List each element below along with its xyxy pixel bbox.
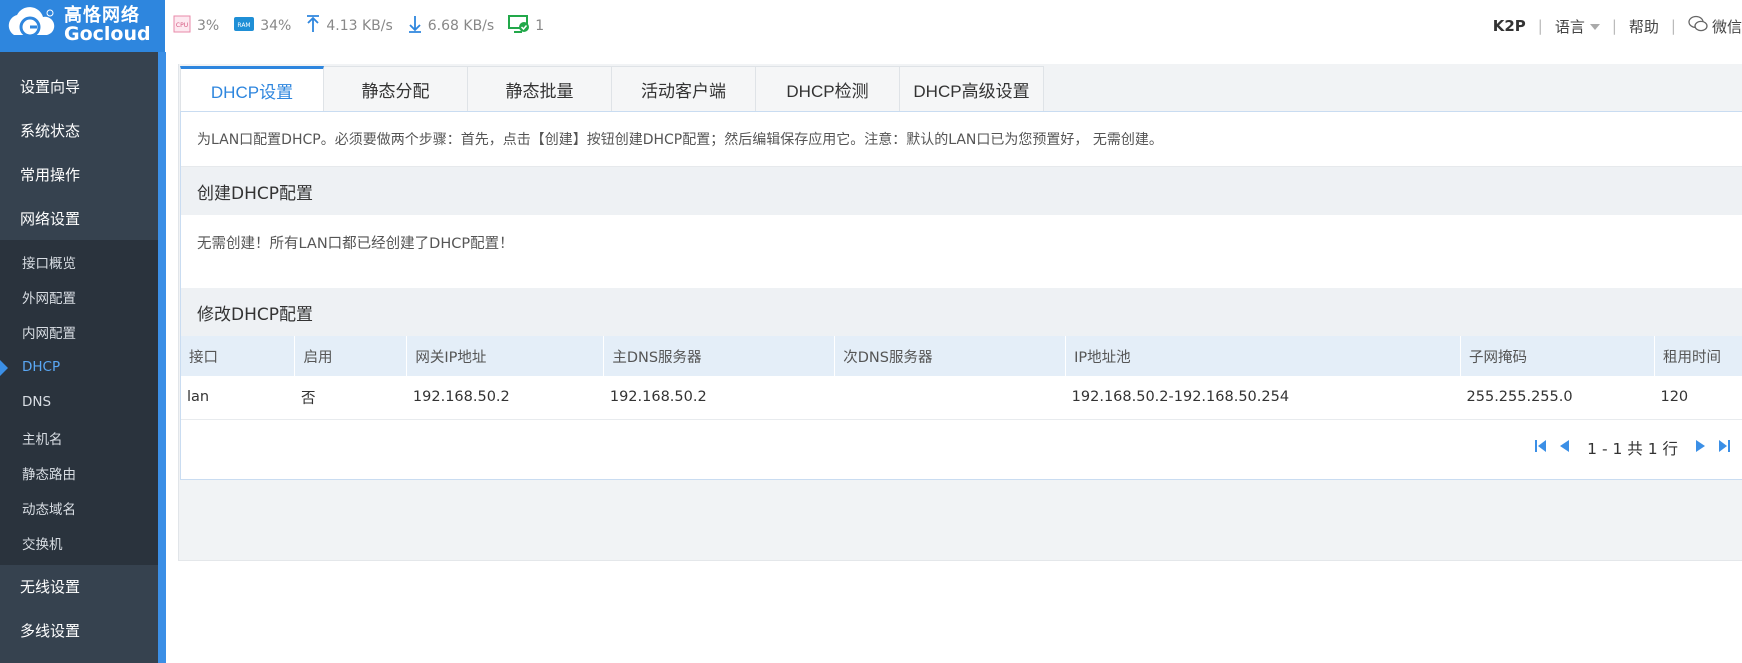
cell-enabled: 否 bbox=[294, 376, 407, 420]
help-link[interactable]: 帮助 bbox=[1629, 16, 1659, 37]
download-value: 6.68 KB/s bbox=[427, 18, 495, 34]
next-page-icon[interactable] bbox=[1694, 438, 1708, 458]
upload-rate: 4.13 KB/s bbox=[305, 14, 393, 38]
sidebar-item-ddns[interactable]: 动态域名 bbox=[0, 490, 158, 525]
active-indicator-icon bbox=[0, 359, 8, 376]
divider: | bbox=[1611, 17, 1617, 35]
svg-text:RAM: RAM bbox=[238, 22, 251, 29]
upload-value: 4.13 KB/s bbox=[326, 18, 393, 34]
network-submenu: 接口概览 外网配置 内网配置 DHCP DNS 主机名 静态路由 动态域名 交换… bbox=[0, 240, 158, 565]
wechat-link[interactable]: 微信 bbox=[1688, 15, 1742, 37]
ram-value: 34% bbox=[260, 18, 292, 34]
table-header-row: 接口 启用 网关IP地址 主DNS服务器 次DNS服务器 IP地址池 子网掩码 … bbox=[181, 336, 1742, 376]
sidebar-item-dhcp[interactable]: DHCP bbox=[0, 350, 158, 385]
language-label: 语言 bbox=[1554, 17, 1585, 36]
col-gateway-ip[interactable]: 网关IP地址 bbox=[406, 336, 605, 376]
ram-usage: RAM 34% bbox=[233, 14, 291, 38]
tab-static-batch[interactable]: 静态批量 bbox=[468, 66, 612, 112]
cpu-usage: CPU 3% bbox=[172, 14, 219, 38]
gocloud-logo-icon bbox=[4, 5, 58, 47]
first-page-icon[interactable] bbox=[1533, 438, 1549, 458]
nav-network-settings[interactable]: 网络设置 bbox=[0, 196, 158, 240]
header-actions: K2P | 语言 | 帮助 | 微信 bbox=[1493, 0, 1742, 52]
nav-setup-wizard[interactable]: 设置向导 bbox=[0, 64, 158, 108]
create-section-message: 无需创建！所有LAN口都已经创建了DHCP配置！ bbox=[197, 236, 514, 252]
create-section-title: 创建DHCP配置 bbox=[181, 167, 1742, 215]
divider: | bbox=[1537, 17, 1543, 35]
cell-gateway-ip: 192.168.50.2 bbox=[406, 376, 604, 420]
sidebar-item-wan[interactable]: 外网配置 bbox=[0, 279, 158, 314]
brand-logo[interactable]: 高恪网络 Gocloud bbox=[0, 0, 165, 52]
devices-value: 1 bbox=[535, 18, 545, 34]
tab-dhcp-advanced[interactable]: DHCP高级设置 bbox=[900, 66, 1044, 112]
sidebar-item-interfaces[interactable]: 接口概览 bbox=[0, 244, 158, 279]
sidebar-item-switch[interactable]: 交换机 bbox=[0, 526, 158, 561]
monitor-check-icon bbox=[508, 14, 535, 38]
cell-primary-dns: 192.168.50.2 bbox=[603, 376, 835, 420]
sidebar-item-hostname[interactable]: 主机名 bbox=[0, 420, 158, 455]
cell-interface: lan bbox=[181, 376, 295, 420]
language-menu[interactable]: 语言 bbox=[1555, 16, 1600, 37]
divider: | bbox=[1670, 17, 1676, 35]
dhcp-config-table: 接口 启用 网关IP地址 主DNS服务器 次DNS服务器 IP地址池 子网掩码 … bbox=[181, 336, 1742, 420]
prev-page-icon[interactable] bbox=[1557, 438, 1571, 458]
col-subnet-mask[interactable]: 子网掩码 bbox=[1460, 336, 1655, 376]
col-secondary-dns[interactable]: 次DNS服务器 bbox=[834, 336, 1067, 376]
sidebar-nav: 设置向导 系统状态 常用操作 网络设置 接口概览 外网配置 内网配置 DHCP … bbox=[0, 52, 158, 663]
intro-text: 为LAN口配置DHCP。必须要做两个步骤：首先，点击【创建】按钮创建DHCP配置… bbox=[181, 112, 1742, 167]
router-model: K2P bbox=[1492, 17, 1526, 35]
nav-multiline-settings[interactable]: 多线设置 bbox=[0, 609, 158, 653]
tab-active-clients[interactable]: 活动客户端 bbox=[612, 66, 756, 112]
table-row[interactable]: lan 否 192.168.50.2 192.168.50.2 192.168.… bbox=[181, 376, 1742, 420]
nav-system-status[interactable]: 系统状态 bbox=[0, 108, 158, 152]
last-page-icon[interactable] bbox=[1716, 438, 1732, 458]
sidebar-item-lan[interactable]: 内网配置 bbox=[0, 314, 158, 349]
wechat-icon bbox=[1688, 15, 1708, 37]
nav-common-operations[interactable]: 常用操作 bbox=[0, 152, 158, 196]
ram-chip-icon: RAM bbox=[233, 14, 260, 38]
sidebar-item-static-route[interactable]: 静态路由 bbox=[0, 455, 158, 490]
upload-arrow-icon bbox=[305, 14, 326, 38]
download-rate: 6.68 KB/s bbox=[407, 14, 494, 38]
pagination: 1 - 1 共 1 行 bbox=[181, 420, 1742, 476]
pagination-text: 1 - 1 共 1 行 bbox=[1587, 439, 1678, 458]
connected-devices[interactable]: 1 bbox=[508, 14, 544, 38]
col-interface[interactable]: 接口 bbox=[181, 336, 296, 376]
col-lease-time[interactable]: 租用时间 bbox=[1654, 336, 1742, 376]
dhcp-tabs: DHCP设置 静态分配 静态批量 活动客户端 DHCP检测 DHCP高级设置 bbox=[180, 66, 1044, 120]
tab-dhcp-settings[interactable]: DHCP设置 bbox=[180, 66, 324, 120]
top-header: 高恪网络 Gocloud CPU 3% RAM 34% 4.13 KB/s 6.… bbox=[0, 0, 1742, 52]
tab-static-allocation[interactable]: 静态分配 bbox=[324, 66, 468, 112]
col-primary-dns[interactable]: 主DNS服务器 bbox=[603, 336, 836, 376]
sidebar-accent-stripe bbox=[158, 52, 166, 663]
caret-down-icon bbox=[1589, 24, 1600, 30]
cpu-value: 3% bbox=[197, 18, 220, 34]
cell-ip-pool: 192.168.50.2-192.168.50.254 bbox=[1065, 376, 1461, 420]
cell-secondary-dns bbox=[834, 376, 1066, 420]
svg-text:CPU: CPU bbox=[176, 22, 188, 29]
edit-section-title: 修改DHCP配置 bbox=[181, 288, 1742, 336]
tab-label: DHCP设置 bbox=[210, 82, 294, 102]
cell-subnet-mask: 255.255.255.0 bbox=[1460, 376, 1655, 420]
dhcp-settings-panel: 为LAN口配置DHCP。必须要做两个步骤：首先，点击【创建】按钮创建DHCP配置… bbox=[180, 111, 1742, 480]
wechat-label: 微信 bbox=[1711, 17, 1742, 36]
cpu-chip-icon: CPU bbox=[172, 14, 197, 38]
system-stats: CPU 3% RAM 34% 4.13 KB/s 6.68 KB/s 1 bbox=[172, 0, 558, 52]
nav-wireless-settings[interactable]: 无线设置 bbox=[0, 565, 158, 609]
brand-name-en: Gocloud bbox=[64, 23, 151, 46]
cell-lease-time: 120 bbox=[1654, 376, 1742, 420]
tab-dhcp-detection[interactable]: DHCP检测 bbox=[756, 66, 900, 112]
col-ip-pool[interactable]: IP地址池 bbox=[1065, 336, 1462, 376]
download-arrow-icon bbox=[407, 14, 428, 38]
col-enabled[interactable]: 启用 bbox=[294, 336, 408, 376]
sidebar-item-label: DHCP bbox=[22, 359, 61, 376]
sidebar-item-dns[interactable]: DNS bbox=[0, 385, 158, 420]
